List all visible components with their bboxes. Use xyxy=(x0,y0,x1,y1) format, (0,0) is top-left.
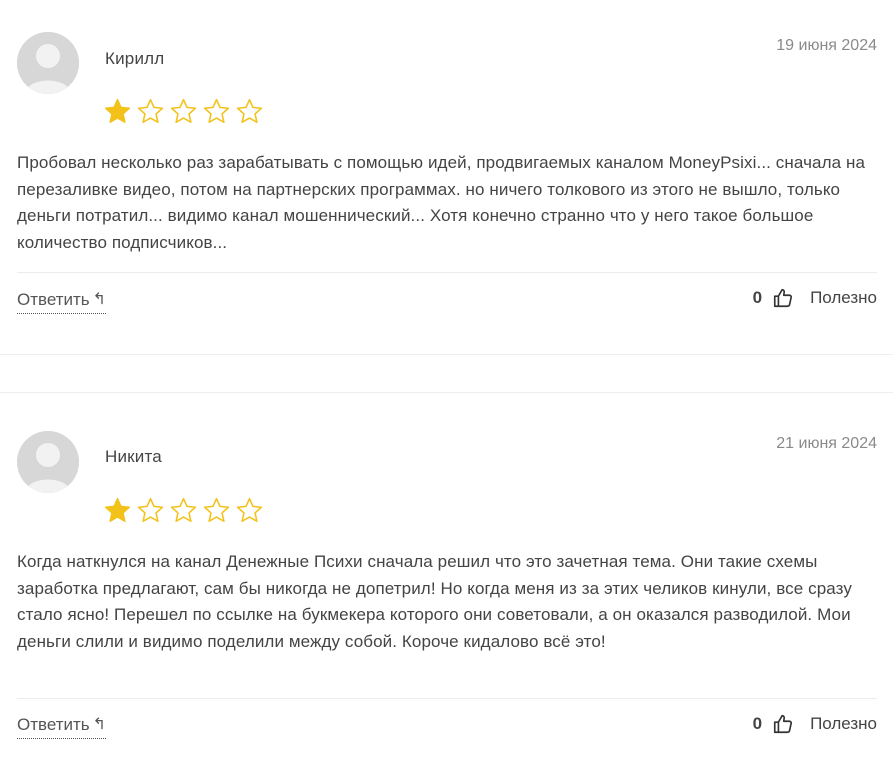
review-text: Когда наткнулся на канал Денежные Психи … xyxy=(17,552,852,651)
review-card: Кирилл 19 июня 2024 Пробовал несколько р… xyxy=(0,0,893,355)
review-author: Никита xyxy=(105,447,162,466)
thumbs-up-icon[interactable] xyxy=(772,287,794,309)
star-icon-empty xyxy=(137,98,164,124)
avatar-placeholder-icon xyxy=(17,431,79,493)
section-divider xyxy=(0,392,893,393)
star-icon-empty xyxy=(170,497,197,523)
star-icon-filled xyxy=(104,98,131,123)
star-icon-empty xyxy=(170,98,197,124)
reply-button[interactable]: Ответить ↰ xyxy=(17,715,107,739)
star-icon-empty xyxy=(203,98,230,124)
review-card: Никита 21 июня 2024 Когда наткнулся на к… xyxy=(0,398,893,768)
star-icon-empty xyxy=(236,98,263,124)
star-icon-empty xyxy=(137,497,164,523)
section-divider xyxy=(0,354,893,355)
reply-label: Ответить xyxy=(17,715,90,734)
helpful-count: 0 xyxy=(752,714,763,733)
rating-stars xyxy=(103,496,264,525)
review-date: 21 июня 2024 xyxy=(776,435,877,452)
star-icon-empty xyxy=(236,497,263,523)
reply-button[interactable]: Ответить ↰ xyxy=(17,290,107,314)
thumbs-up-icon[interactable] xyxy=(772,713,794,735)
helpful-block: 0 Полезно xyxy=(753,287,877,309)
review-author: Кирилл xyxy=(105,49,165,68)
reply-arrow-icon: ↰ xyxy=(92,716,107,733)
avatar-placeholder-icon xyxy=(17,32,79,94)
helpful-label[interactable]: Полезно xyxy=(810,714,877,734)
review-separator xyxy=(17,698,877,699)
rating-stars xyxy=(103,97,264,126)
helpful-count: 0 xyxy=(752,288,763,307)
helpful-block: 0 Полезно xyxy=(753,713,877,735)
review-text: Пробовал несколько раз зарабатывать с по… xyxy=(17,153,866,252)
reply-label: Ответить xyxy=(17,290,90,309)
star-icon-empty xyxy=(203,497,230,523)
reply-arrow-icon: ↰ xyxy=(92,291,107,308)
review-separator xyxy=(17,272,877,273)
helpful-label[interactable]: Полезно xyxy=(810,288,877,308)
review-date: 19 июня 2024 xyxy=(776,37,877,54)
star-icon-filled xyxy=(104,497,131,522)
